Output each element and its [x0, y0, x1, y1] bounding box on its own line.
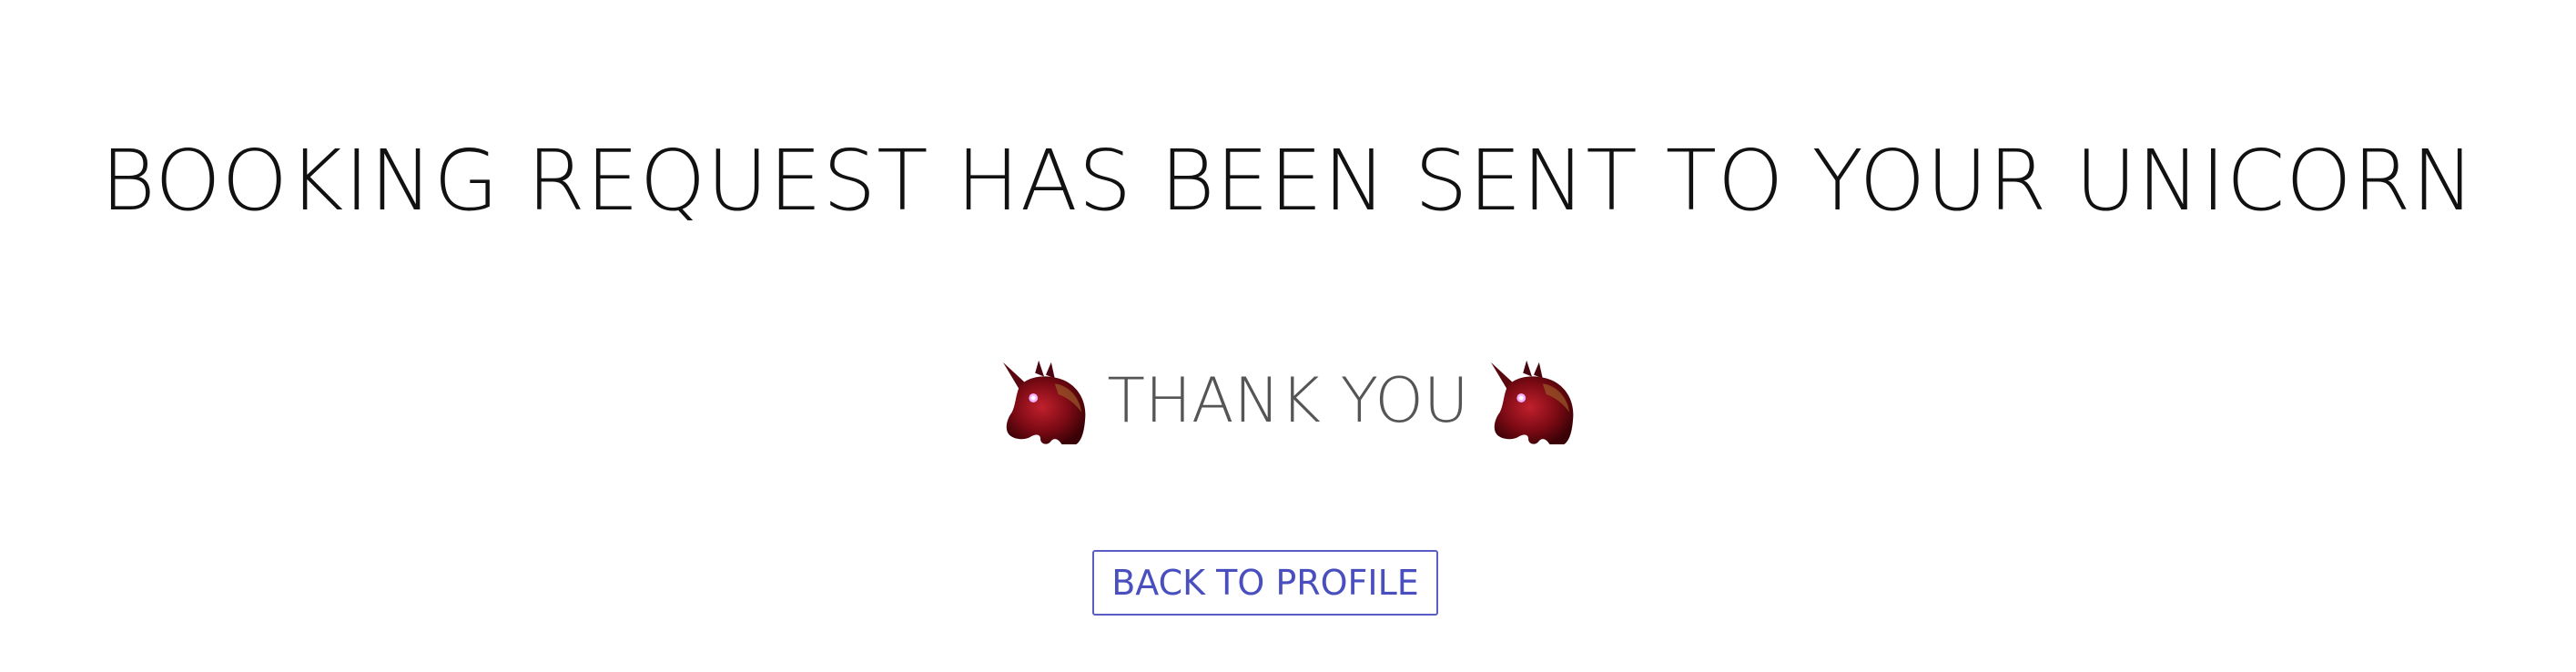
unicorn-icon: [1003, 360, 1086, 445]
back-to-profile-button[interactable]: BACK TO PROFILE: [1092, 550, 1438, 616]
confirmation-page: BOOKING REQUEST HAS BEEN SENT TO YOUR UN…: [0, 0, 2576, 672]
booking-confirmation-headline: BOOKING REQUEST HAS BEEN SENT TO YOUR UN…: [100, 132, 2476, 229]
thank-you-text: THANK YOU: [1107, 365, 1469, 437]
thank-you-row: THANK YOU: [0, 351, 2576, 453]
unicorn-icon: [1490, 360, 1574, 445]
